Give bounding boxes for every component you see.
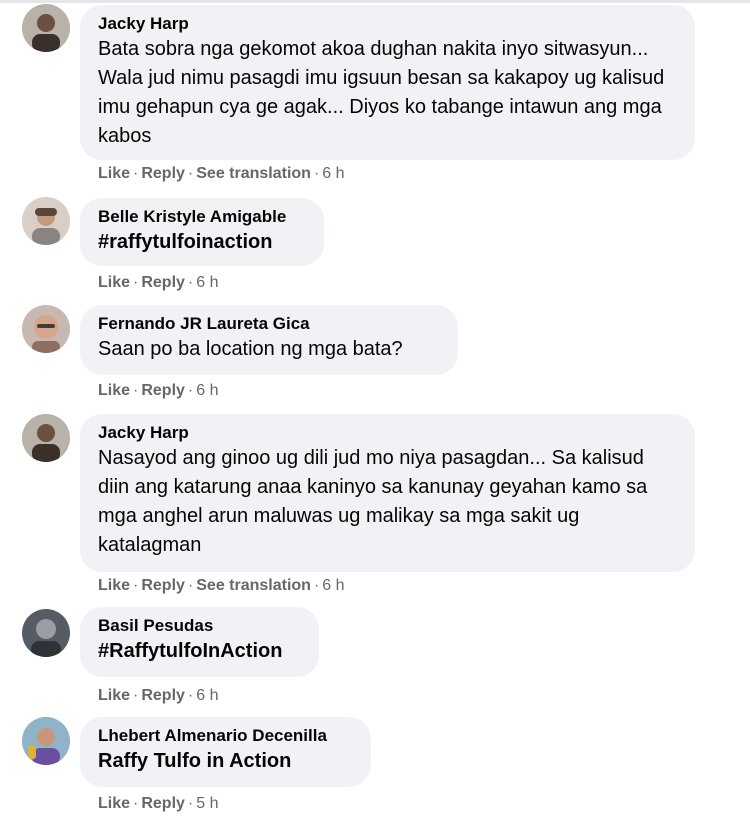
comment-bubble: Jacky Harp Bata sobra nga gekomot akoa d…: [80, 5, 695, 160]
like-button[interactable]: Like: [98, 165, 130, 182]
reply-button[interactable]: Reply: [141, 165, 185, 182]
timestamp[interactable]: 5 h: [196, 795, 218, 812]
comment-bubble: Belle Kristyle Amigable #raffytulfoinact…: [80, 198, 324, 266]
comment-bubble: Lhebert Almenario Decenilla Raffy Tulfo …: [80, 717, 371, 787]
timestamp[interactable]: 6 h: [196, 687, 218, 704]
reply-button[interactable]: Reply: [141, 382, 185, 399]
avatar[interactable]: [22, 414, 70, 462]
timestamp[interactable]: 6 h: [196, 382, 218, 399]
avatar[interactable]: [22, 609, 70, 657]
comment-actions: Like · Reply · See translation · 6 h: [98, 165, 345, 182]
comment-bubble: Jacky Harp Nasayod ang ginoo ug dili jud…: [80, 414, 695, 572]
comment-author[interactable]: Fernando JR Laureta Gica: [98, 313, 440, 335]
see-translation-button[interactable]: See translation: [196, 165, 311, 182]
comment-actions: Like · Reply · 5 h: [98, 795, 219, 812]
avatar[interactable]: [22, 305, 70, 353]
comment-text: Nasayod ang ginoo ug dili jud mo niya pa…: [98, 447, 648, 556]
timestamp[interactable]: 6 h: [322, 577, 344, 594]
comment-actions: Like · Reply · See translation · 6 h: [98, 577, 345, 594]
like-button[interactable]: Like: [98, 687, 130, 704]
comment-author[interactable]: Basil Pesudas: [98, 615, 301, 637]
top-divider: [0, 0, 750, 3]
like-button[interactable]: Like: [98, 274, 130, 291]
like-button[interactable]: Like: [98, 382, 130, 399]
comment-text[interactable]: #raffytulfoinaction: [98, 228, 306, 257]
reply-button[interactable]: Reply: [141, 274, 185, 291]
like-button[interactable]: Like: [98, 577, 130, 594]
like-button[interactable]: Like: [98, 795, 130, 812]
comment-author[interactable]: Jacky Harp: [98, 13, 677, 35]
reply-button[interactable]: Reply: [141, 795, 185, 812]
comment-actions: Like · Reply · 6 h: [98, 382, 219, 399]
avatar[interactable]: [22, 4, 70, 52]
comment-author[interactable]: Belle Kristyle Amigable: [98, 206, 306, 228]
comment-text: Saan po ba location ng mga bata?: [98, 338, 403, 360]
comment-text[interactable]: #RaffytulfoInAction: [98, 637, 301, 666]
timestamp[interactable]: 6 h: [196, 274, 218, 291]
comment-text: Bata sobra nga gekomot akoa dughan nakit…: [98, 38, 665, 147]
see-translation-button[interactable]: See translation: [196, 577, 311, 594]
comment-author[interactable]: Lhebert Almenario Decenilla: [98, 725, 353, 747]
timestamp[interactable]: 6 h: [322, 165, 344, 182]
comment-text: Raffy Tulfo in Action: [98, 750, 292, 772]
comment-bubble: Fernando JR Laureta Gica Saan po ba loca…: [80, 305, 458, 375]
comment-bubble: Basil Pesudas #RaffytulfoInAction: [80, 607, 319, 677]
comment-actions: Like · Reply · 6 h: [98, 274, 219, 291]
comment-actions: Like · Reply · 6 h: [98, 687, 219, 704]
avatar[interactable]: [22, 717, 70, 765]
reply-button[interactable]: Reply: [141, 687, 185, 704]
avatar[interactable]: [22, 197, 70, 245]
reply-button[interactable]: Reply: [141, 577, 185, 594]
comment-author[interactable]: Jacky Harp: [98, 422, 677, 444]
